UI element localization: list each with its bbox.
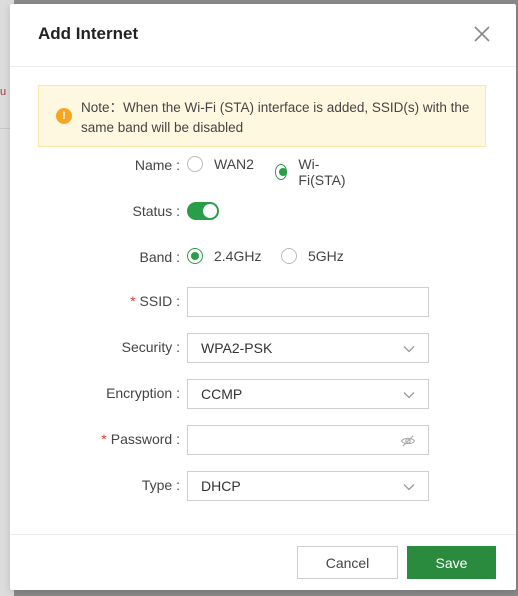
security-row: Security : WPA2-PSK xyxy=(10,333,516,363)
backdrop-text: u xyxy=(0,86,7,98)
required-marker: * xyxy=(130,293,136,309)
encryption-value: CCMP xyxy=(201,386,243,402)
radio-wan2[interactable] xyxy=(187,156,203,172)
required-marker: * xyxy=(101,431,107,447)
note-text: Note：When the Wi-Fi (STA) interface is a… xyxy=(81,100,470,135)
dialog-header: Add Internet xyxy=(10,4,516,67)
add-internet-dialog: Add Internet ! Note：When the Wi-Fi (STA)… xyxy=(10,4,516,590)
ssid-label: * SSID : xyxy=(130,293,180,309)
type-value: DHCP xyxy=(201,478,241,494)
eye-off-icon[interactable] xyxy=(400,433,416,449)
name-label: Name : xyxy=(134,157,180,173)
password-label-text: Password : xyxy=(110,431,180,447)
security-value: WPA2-PSK xyxy=(201,340,273,356)
radio-label-5ghz: 5GHz xyxy=(308,248,344,264)
radio-label-wifi-sta: Wi-Fi(STA) xyxy=(298,156,346,188)
close-button[interactable] xyxy=(470,22,494,46)
status-toggle[interactable] xyxy=(187,202,219,220)
chevron-down-icon xyxy=(403,346,415,353)
name-row: Name : WAN2 Wi-Fi(STA) xyxy=(10,151,516,188)
close-icon xyxy=(474,26,490,42)
type-select[interactable]: DHCP xyxy=(187,471,429,501)
password-label: * Password : xyxy=(101,431,180,447)
dialog-title: Add Internet xyxy=(38,24,139,43)
encryption-label: Encryption : xyxy=(106,385,180,401)
radio-5ghz[interactable] xyxy=(281,248,297,264)
chevron-down-icon xyxy=(403,392,415,399)
cancel-button[interactable]: Cancel xyxy=(297,546,398,579)
dialog-footer: Cancel Save xyxy=(10,534,516,591)
save-button[interactable]: Save xyxy=(407,546,496,579)
password-row: * Password : xyxy=(10,425,516,455)
band-option-5ghz[interactable]: 5GHz xyxy=(281,248,344,264)
radio-label-2-4ghz: 2.4GHz xyxy=(214,248,262,264)
name-option-wifi-sta[interactable]: Wi-Fi(STA) xyxy=(275,156,349,188)
band-option-2-4ghz[interactable]: 2.4GHz xyxy=(187,248,261,264)
ssid-input[interactable] xyxy=(187,287,429,317)
password-input[interactable] xyxy=(187,425,429,455)
warning-icon: ! xyxy=(56,108,72,124)
radio-wifi-sta[interactable] xyxy=(275,164,288,180)
status-label: Status : xyxy=(132,203,180,219)
name-option-wan2[interactable]: WAN2 xyxy=(187,156,254,172)
ssid-row: * SSID : xyxy=(10,287,516,317)
radio-label-wan2: WAN2 xyxy=(214,156,254,172)
encryption-select[interactable]: CCMP xyxy=(187,379,429,409)
type-row: Type : DHCP xyxy=(10,471,516,501)
security-select[interactable]: WPA2-PSK xyxy=(187,333,429,363)
type-label: Type : xyxy=(141,477,180,493)
encryption-row: Encryption : CCMP xyxy=(10,379,516,409)
band-label: Band : xyxy=(139,249,180,265)
status-row: Status : xyxy=(10,197,516,227)
chevron-down-icon xyxy=(403,484,415,491)
radio-2-4ghz[interactable] xyxy=(187,248,203,264)
ssid-label-text: SSID : xyxy=(139,293,180,309)
band-row: Band : 2.4GHz 5GHz xyxy=(10,243,516,273)
security-label: Security : xyxy=(121,339,180,355)
info-note: ! Note：When the Wi-Fi (STA) interface is… xyxy=(38,85,486,147)
